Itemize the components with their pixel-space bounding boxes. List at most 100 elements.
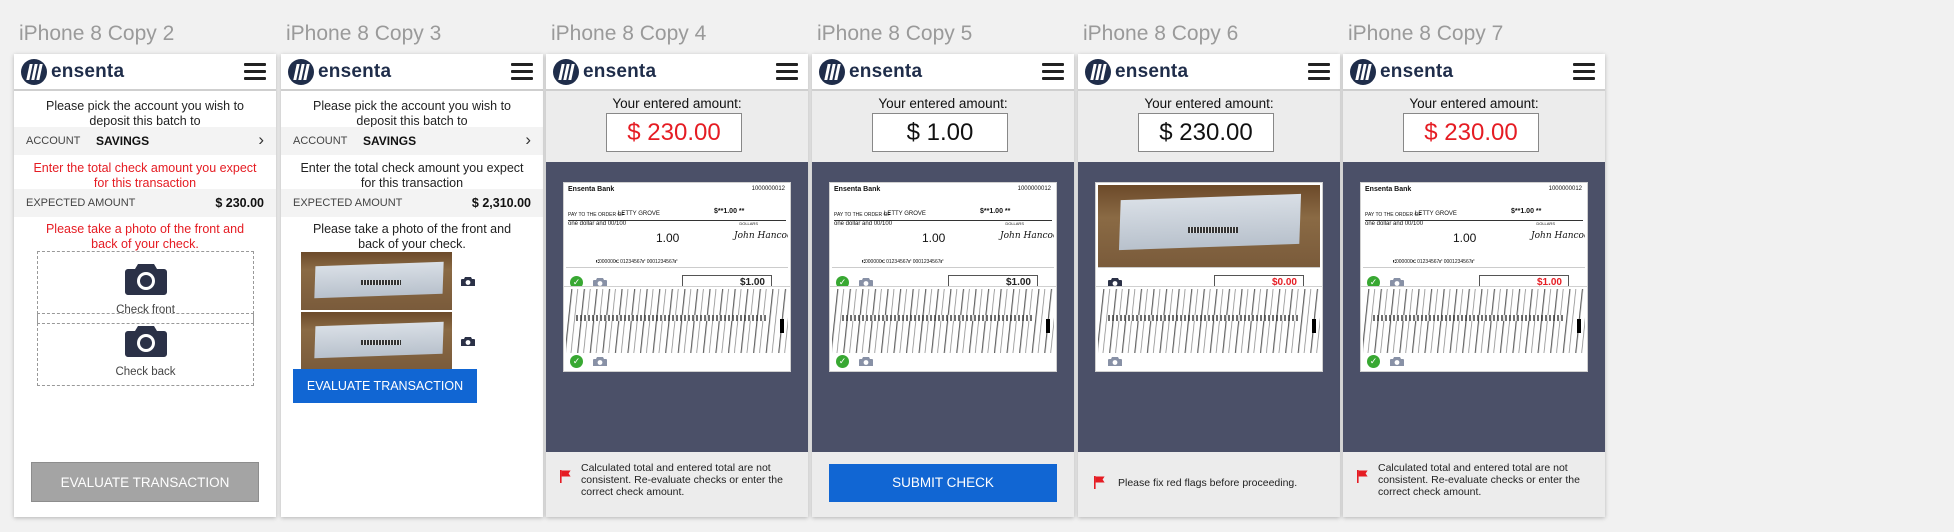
check-back-image[interactable] <box>1098 289 1320 353</box>
brand-name: ensenta <box>51 61 125 82</box>
check-bank-name: Ensenta Bank <box>1365 186 1412 193</box>
evaluate-transaction-button[interactable]: EVALUATE TRANSACTION <box>293 369 477 403</box>
check-written-amount: one dollar and 00/100 <box>834 221 893 227</box>
ensenta-logo <box>288 59 314 85</box>
chevron-right-icon: › <box>258 130 264 149</box>
phone-screen: ensenta Please pick the account you wish… <box>14 54 276 517</box>
check-bank-name: Ensenta Bank <box>568 186 615 193</box>
check-payee: LETTY GROVE <box>1415 211 1457 217</box>
check-payee-prefix: PAY TO THE ORDER OF <box>834 212 891 218</box>
pick-account-message: Please pick the account you wish to depo… <box>45 99 245 128</box>
check-back-photo[interactable] <box>301 312 452 370</box>
phone-screen: ensenta Your entered amount: $ 230.00 En… <box>1343 54 1605 517</box>
check-signature: John Hancock <box>1531 231 1585 241</box>
hamburger-menu-icon[interactable] <box>1308 63 1330 81</box>
artboard-title: iPhone 8 Copy 6 <box>1083 22 1239 45</box>
status-footer: Calculated total and entered total are n… <box>546 452 808 517</box>
camera-icon[interactable] <box>461 336 475 347</box>
phone-screen: ensenta Please pick the account you wish… <box>281 54 543 517</box>
entered-amount-value[interactable]: $ 230.00 <box>606 113 742 152</box>
check-amount-box: $**1.00 ** <box>980 208 1011 215</box>
pick-account-message: Please pick the account you wish to depo… <box>312 99 512 128</box>
check-front-photo[interactable] <box>301 252 452 310</box>
artboard-title: iPhone 8 Copy 4 <box>551 22 707 45</box>
checks-panel: Ensenta Bank 1000000012 PAY TO THE ORDER… <box>1343 162 1605 452</box>
camera-icon[interactable] <box>1108 356 1122 367</box>
brand-name: ensenta <box>1380 61 1454 82</box>
red-flag-icon <box>1357 470 1368 483</box>
expected-amount-value[interactable]: $ 230.00 <box>215 196 264 210</box>
check-payee: LETTY GROVE <box>884 211 926 217</box>
check-back-image[interactable] <box>1363 289 1585 353</box>
brand-name: ensenta <box>318 61 392 82</box>
artboard-title: iPhone 8 Copy 3 <box>286 22 442 45</box>
check-dollars: DOLLARS <box>1005 221 1024 226</box>
ensenta-logo <box>819 59 845 85</box>
photo-message: Please take a photo of the front and bac… <box>45 222 245 251</box>
camera-icon[interactable] <box>593 356 607 367</box>
account-value: SAVINGS <box>363 134 417 148</box>
camera-icon[interactable] <box>859 356 873 367</box>
camera-icon <box>124 264 167 295</box>
check-dollars: DOLLARS <box>739 221 758 226</box>
nav-bar: ensenta <box>1078 54 1340 91</box>
artboard-title: iPhone 8 Copy 2 <box>19 22 175 45</box>
account-selector[interactable]: ACCOUNT SAVINGS › <box>14 127 276 155</box>
nav-bar: ensenta <box>546 54 808 91</box>
brand-name: ensenta <box>583 61 657 82</box>
red-flag-icon <box>1094 476 1105 489</box>
expected-amount-label: EXPECTED AMOUNT <box>26 197 136 209</box>
checks-panel: $0.00 <box>1078 162 1340 452</box>
ensenta-logo <box>553 59 579 85</box>
camera-icon[interactable] <box>461 276 475 287</box>
phone-screen: ensenta Your entered amount: $ 1.00 Ense… <box>812 54 1074 517</box>
evaluate-transaction-button[interactable]: EVALUATE TRANSACTION <box>31 462 259 502</box>
red-flag-icon <box>560 470 571 483</box>
check-back-image[interactable] <box>566 289 788 353</box>
check-bank-name: Ensenta Bank <box>834 186 881 193</box>
expected-amount-row[interactable]: EXPECTED AMOUNT $ 230.00 <box>14 189 276 217</box>
enter-amount-message: Enter the total check amount you expect … <box>33 161 257 190</box>
check-front-image[interactable] <box>1098 185 1320 268</box>
hamburger-menu-icon[interactable] <box>244 63 266 81</box>
entered-amount-value[interactable]: $ 230.00 <box>1403 113 1539 152</box>
check-micr: ⑆000000⑆ 01234567⑈ 0001234567⑈ <box>862 259 944 265</box>
check-back-image[interactable] <box>832 289 1054 353</box>
check-front-card: Ensenta Bank 1000000012 PAY TO THE ORDER… <box>563 182 791 294</box>
entered-amount-value[interactable]: $ 1.00 <box>872 113 1008 152</box>
hamburger-menu-icon[interactable] <box>1573 63 1595 81</box>
check-back-card: ✓ <box>563 286 791 372</box>
check-front-card: Ensenta Bank 1000000012 PAY TO THE ORDER… <box>829 182 1057 294</box>
submit-check-button[interactable]: SUBMIT CHECK <box>829 464 1057 502</box>
check-circle-icon: ✓ <box>836 355 849 368</box>
camera-icon[interactable] <box>1390 356 1404 367</box>
expected-amount-row[interactable]: EXPECTED AMOUNT $ 2,310.00 <box>281 189 543 217</box>
enter-amount-message: Enter the total check amount you expect … <box>300 161 524 190</box>
check-front-image[interactable]: Ensenta Bank 1000000012 PAY TO THE ORDER… <box>832 185 1054 268</box>
check-signature: John Hancock <box>734 231 788 241</box>
account-selector[interactable]: ACCOUNT SAVINGS › <box>281 127 543 155</box>
check-amount-box: $**1.00 ** <box>714 208 745 215</box>
hamburger-menu-icon[interactable] <box>1042 63 1064 81</box>
entered-amount-label: Your entered amount: <box>1409 96 1539 111</box>
hamburger-menu-icon[interactable] <box>511 63 533 81</box>
check-number: 1000000012 <box>1548 186 1582 192</box>
hamburger-menu-icon[interactable] <box>776 63 798 81</box>
check-front-image[interactable]: Ensenta Bank 1000000012 PAY TO THE ORDER… <box>566 185 788 268</box>
check-front-image[interactable]: Ensenta Bank 1000000012 PAY TO THE ORDER… <box>1363 185 1585 268</box>
check-back-capture[interactable]: Check back <box>37 313 254 386</box>
status-footer: SUBMIT CHECK <box>812 452 1074 517</box>
check-payee: LETTY GROVE <box>618 211 660 217</box>
check-written-amount: one dollar and 00/100 <box>568 221 627 227</box>
account-value: SAVINGS <box>96 134 150 148</box>
checks-panel: Ensenta Bank 1000000012 PAY TO THE ORDER… <box>546 162 808 452</box>
camera-icon <box>124 326 167 357</box>
brand-name: ensenta <box>1115 61 1189 82</box>
check-back-card: ✓ <box>829 286 1057 372</box>
ensenta-logo <box>21 59 47 85</box>
check-payee-prefix: PAY TO THE ORDER OF <box>1365 212 1422 218</box>
check-micr: ⑆000000⑆ 01234567⑈ 0001234567⑈ <box>596 259 678 265</box>
check-micr: ⑆000000⑆ 01234567⑈ 0001234567⑈ <box>1393 259 1475 265</box>
entered-amount-value[interactable]: $ 230.00 <box>1138 113 1274 152</box>
expected-amount-value[interactable]: $ 2,310.00 <box>472 196 531 210</box>
